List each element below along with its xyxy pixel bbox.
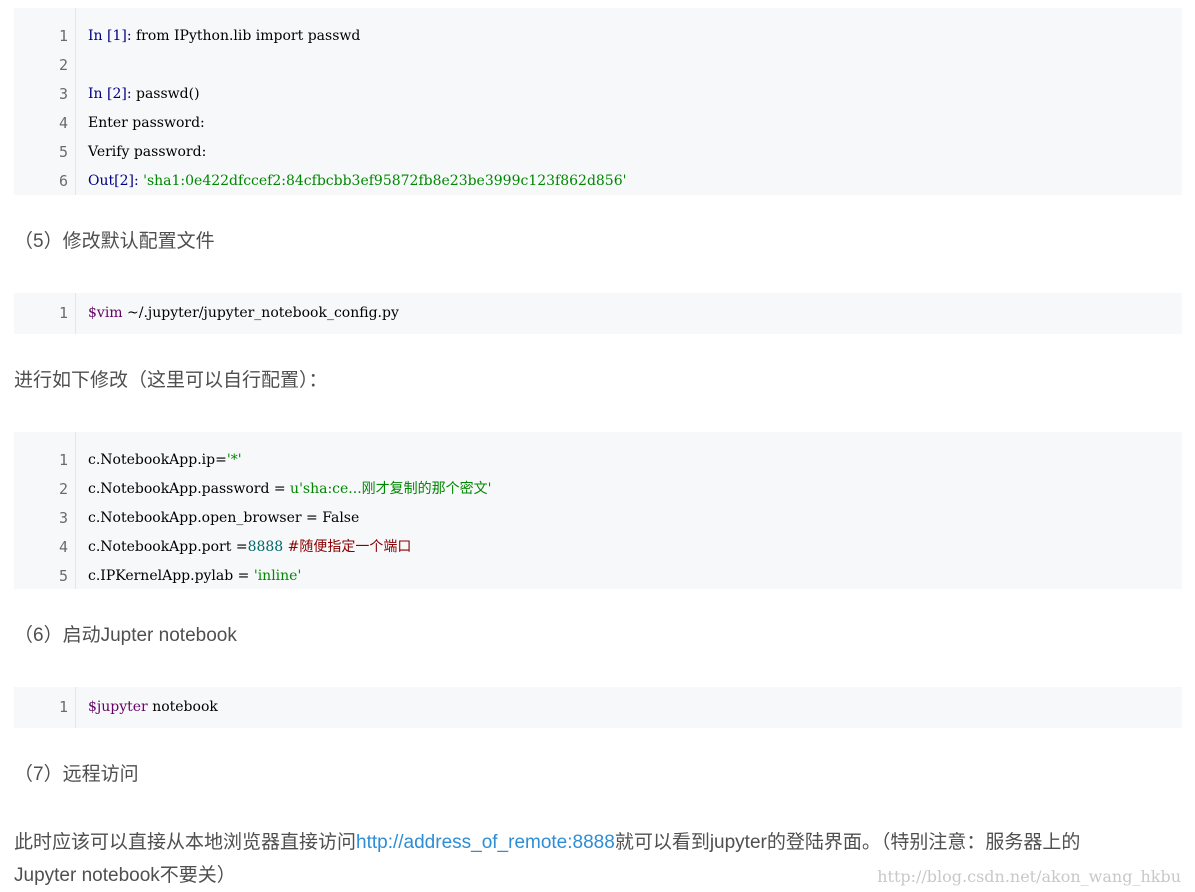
code-line: c.NotebookApp.open_browser = False <box>88 510 360 526</box>
line-number: 1 <box>58 304 68 322</box>
code-line: Verify password: <box>88 144 207 160</box>
code-line: c.IPKernelApp.pylab = 'inline' <box>88 568 302 584</box>
line-number: 3 <box>58 85 68 103</box>
watermark: http://blog.csdn.net/akon_wang_hkbu <box>877 867 1181 886</box>
line-number: 1 <box>58 698 68 716</box>
line-number: 2 <box>58 480 68 498</box>
remote-address-link[interactable]: http://address_of_remote:8888 <box>356 832 615 853</box>
code-lines: $vim ~/.jupyter/jupyter_notebook_config.… <box>76 293 1182 334</box>
line-number: 2 <box>58 56 68 74</box>
code-line: In [1]: from IPython.lib import passwd <box>88 28 361 44</box>
code-line: c.NotebookApp.port =8888 #随便指定一个端口 <box>88 539 412 555</box>
line-number: 3 <box>58 509 68 527</box>
code-line: In [2]: passwd() <box>88 86 200 102</box>
code-line: c.NotebookApp.ip='*' <box>88 452 242 468</box>
code-line: Enter password: <box>88 115 205 131</box>
line-numbers: 1 <box>14 293 76 334</box>
line-numbers: 1 2 3 4 5 <box>14 432 76 589</box>
code-lines: c.NotebookApp.ip='*' c.NotebookApp.passw… <box>76 432 1182 589</box>
line-number: 6 <box>58 172 68 190</box>
code-line: c.NotebookApp.password = u'sha:ce...刚才复制… <box>88 481 492 497</box>
heading-step-5: （5）修改默认配置文件 <box>14 231 215 252</box>
line-number: 1 <box>58 27 68 45</box>
heading-step-6: （6）启动Jupter notebook <box>14 625 237 646</box>
paragraph-modify: 进行如下修改（这里可以自行配置）： <box>14 370 328 391</box>
code-block-vim: 1 $vim ~/.jupyter/jupyter_notebook_confi… <box>14 293 1182 334</box>
line-number: 4 <box>58 538 68 556</box>
line-number: 5 <box>58 143 68 161</box>
code-lines: $jupyter notebook <box>76 687 1182 728</box>
code-lines: In [1]: from IPython.lib import passwd I… <box>76 8 1182 195</box>
line-number: 5 <box>58 567 68 585</box>
line-number: 1 <box>58 451 68 469</box>
line-number: 4 <box>58 114 68 132</box>
code-block-passwd: 1 2 3 4 5 6 In [1]: from IPython.lib imp… <box>14 8 1182 195</box>
code-line: $jupyter notebook <box>88 699 218 715</box>
code-block-jupyter: 1 $jupyter notebook <box>14 687 1182 728</box>
line-numbers: 1 2 3 4 5 6 <box>14 8 76 195</box>
line-numbers: 1 <box>14 687 76 728</box>
heading-step-7: （7）远程访问 <box>14 764 139 785</box>
code-line: Out[2]: 'sha1:0e422dfccef2:84cfbcbb3ef95… <box>88 173 627 189</box>
code-block-config: 1 2 3 4 5 c.NotebookApp.ip='*' c.Noteboo… <box>14 432 1182 589</box>
code-line: $vim ~/.jupyter/jupyter_notebook_config.… <box>88 305 399 321</box>
